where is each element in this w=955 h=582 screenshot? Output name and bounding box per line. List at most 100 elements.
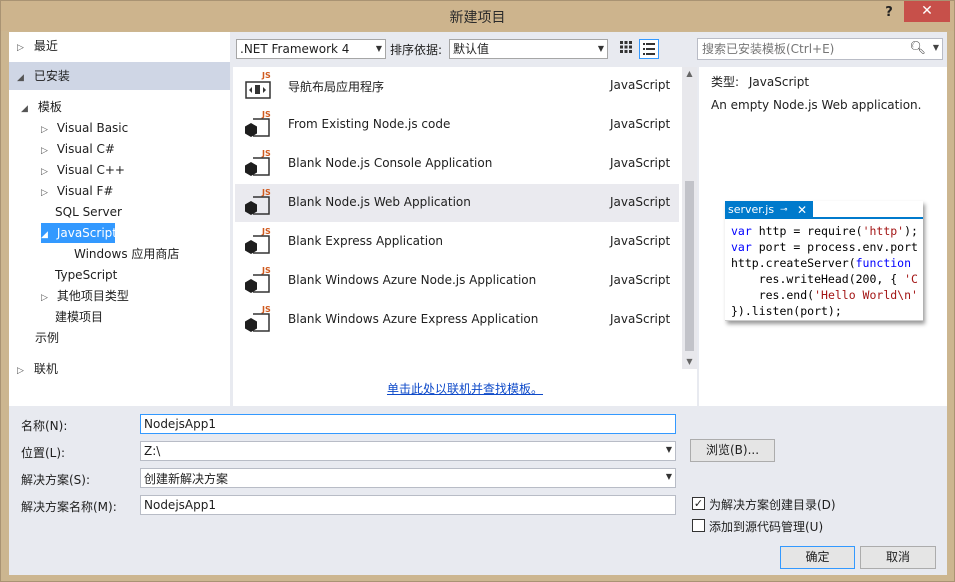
add-source-control-checkbox[interactable]: [692, 519, 705, 532]
collapse-arrow-icon[interactable]: ◢: [41, 225, 51, 245]
location-label: 位置(L):: [21, 446, 66, 460]
template-name: Blank Node.js Console Application: [288, 156, 493, 170]
sort-select[interactable]: 默认值 ▼: [449, 39, 608, 59]
expand-arrow-icon[interactable]: ▷: [41, 183, 51, 203]
expand-arrow-icon[interactable]: ▷: [41, 120, 51, 140]
find-templates-online-link[interactable]: 单击此处以联机并查找模板。: [233, 380, 697, 397]
grid-icon: [620, 41, 632, 53]
scroll-up-arrow-icon[interactable]: ▲: [682, 67, 697, 81]
chevron-down-icon[interactable]: ▼: [933, 43, 939, 52]
tree-item-recent[interactable]: ▷ 最近: [17, 36, 58, 56]
pin-icon: ⊸: [780, 205, 788, 215]
name-label: 名称(N):: [21, 419, 68, 433]
expand-arrow-icon[interactable]: ▷: [17, 361, 27, 381]
tree-item-templates[interactable]: ◢ 模板: [21, 97, 62, 117]
svg-text:JS: JS: [261, 266, 271, 275]
type-line: 类型: JavaScript: [711, 73, 809, 90]
template-name: From Existing Node.js code: [288, 117, 451, 131]
template-search[interactable]: 🔍︎ ▼: [697, 38, 943, 60]
tree-item-samples[interactable]: 示例: [35, 328, 59, 348]
tree-item-installed[interactable]: ◢ 已安装: [9, 62, 230, 90]
location-input[interactable]: [141, 442, 675, 460]
svg-text:JS: JS: [261, 71, 271, 80]
tree-item-label: 其他项目类型: [56, 289, 129, 303]
add-source-control-label[interactable]: 添加到源代码管理(U): [709, 518, 823, 535]
code-token: res.writeHead(200, {: [731, 272, 905, 286]
create-directory-label[interactable]: 为解决方案创建目录(D): [709, 496, 836, 513]
template-item[interactable]: JS From Existing Node.js code JavaScript: [235, 106, 679, 144]
code-sample: var http = require('http'); var port = p…: [731, 223, 918, 319]
solution-name-field[interactable]: [140, 495, 676, 515]
tree-item-visual-basic[interactable]: ▷ Visual Basic: [41, 118, 128, 138]
template-item[interactable]: JS Blank Node.js Console Application Jav…: [235, 145, 679, 183]
code-token: port = process.env.port: [751, 240, 918, 254]
nodejs-template-icon: JS: [245, 110, 271, 137]
template-language: JavaScript: [610, 78, 671, 92]
tree-item-javascript[interactable]: ◢ JavaScript: [41, 223, 117, 245]
template-item-selected[interactable]: JS Blank Node.js Web Application JavaScr…: [235, 184, 679, 222]
sort-value: 默认值: [453, 42, 490, 56]
help-button[interactable]: ?: [877, 3, 901, 23]
collapse-arrow-icon[interactable]: ◢: [17, 64, 27, 92]
template-list-scrollbar[interactable]: ▲ ▼: [682, 67, 697, 369]
ok-button[interactable]: 确定: [780, 546, 855, 569]
preview-tab-label: server.js: [728, 203, 775, 216]
template-language: JavaScript: [610, 273, 671, 287]
tree-item-visual-fsharp[interactable]: ▷ Visual F#: [41, 181, 113, 201]
template-item[interactable]: JS Blank Windows Azure Express Applicati…: [235, 301, 679, 339]
project-name-field[interactable]: [140, 414, 676, 434]
tree-item-sql-server[interactable]: SQL Server: [55, 202, 122, 222]
template-language: JavaScript: [610, 312, 671, 326]
tree-item-windows-store[interactable]: Windows 应用商店: [74, 244, 179, 264]
expand-arrow-icon[interactable]: ▷: [41, 288, 51, 308]
solution-value[interactable]: [141, 469, 675, 487]
template-name: 导航布局应用程序: [288, 80, 385, 94]
project-name-input[interactable]: [141, 415, 675, 433]
nodejs-template-icon: JS: [245, 266, 271, 293]
tree-item-online[interactable]: ▷ 联机: [17, 359, 58, 379]
cancel-button[interactable]: 取消: [860, 546, 936, 569]
close-button[interactable]: ✕: [904, 1, 950, 22]
tree-item-label: 已安装: [33, 69, 70, 83]
tree-item-visual-csharp[interactable]: ▷ Visual C#: [41, 139, 115, 159]
nodejs-template-icon: JS: [245, 149, 271, 176]
search-icon[interactable]: 🔍︎: [909, 41, 926, 56]
browse-button[interactable]: 浏览(B)...: [690, 439, 775, 462]
tree-item-label: Visual F#: [56, 184, 114, 198]
code-token: );: [904, 224, 918, 238]
list-view-button[interactable]: [639, 39, 659, 59]
template-item[interactable]: JS 导航布局应用程序 JavaScript: [235, 67, 679, 105]
tree-item-label: 模板: [37, 100, 62, 114]
expand-arrow-icon[interactable]: ▷: [17, 38, 27, 58]
solution-select[interactable]: ▼: [140, 468, 676, 488]
tree-item-other-project-types[interactable]: ▷ 其他项目类型: [41, 286, 129, 306]
solution-name-input[interactable]: [141, 496, 675, 514]
scrollbar-thumb[interactable]: [685, 181, 694, 351]
template-item[interactable]: JS Blank Express Application JavaScript: [235, 223, 679, 261]
template-tree: ▷ 最近 ◢ 已安装 ◢ 模板 ▷ Visual Basic ▷ Visual …: [9, 32, 230, 406]
tree-item-label: Visual C++: [56, 163, 125, 177]
create-directory-checkbox[interactable]: ✓: [692, 497, 705, 510]
svg-text:JS: JS: [261, 110, 271, 119]
template-item[interactable]: JS Blank Windows Azure Node.js Applicati…: [235, 262, 679, 300]
scroll-down-arrow-icon[interactable]: ▼: [682, 355, 697, 369]
code-token: function: [855, 256, 912, 270]
sort-label: 排序依据:: [390, 43, 443, 57]
search-input[interactable]: [698, 39, 898, 59]
collapse-arrow-icon[interactable]: ◢: [21, 99, 31, 119]
svg-text:JS: JS: [261, 188, 271, 197]
tree-item-visual-cpp[interactable]: ▷ Visual C++: [41, 160, 125, 180]
framework-select[interactable]: .NET Framework 4 ▼: [236, 39, 386, 59]
expand-arrow-icon[interactable]: ▷: [41, 162, 51, 182]
location-field[interactable]: ▼: [140, 441, 676, 461]
chevron-down-icon[interactable]: ▼: [666, 445, 672, 454]
template-language: JavaScript: [610, 117, 671, 131]
small-icons-view-button[interactable]: [616, 39, 636, 59]
tree-item-typescript[interactable]: TypeScript: [55, 265, 117, 285]
expand-arrow-icon[interactable]: ▷: [41, 141, 51, 161]
tree-item-modeling-projects[interactable]: 建模项目: [55, 307, 103, 327]
nodejs-template-icon: JS: [245, 188, 271, 215]
chevron-down-icon: ▼: [597, 44, 604, 53]
chevron-down-icon[interactable]: ▼: [666, 472, 672, 481]
svg-text:JS: JS: [261, 305, 271, 314]
